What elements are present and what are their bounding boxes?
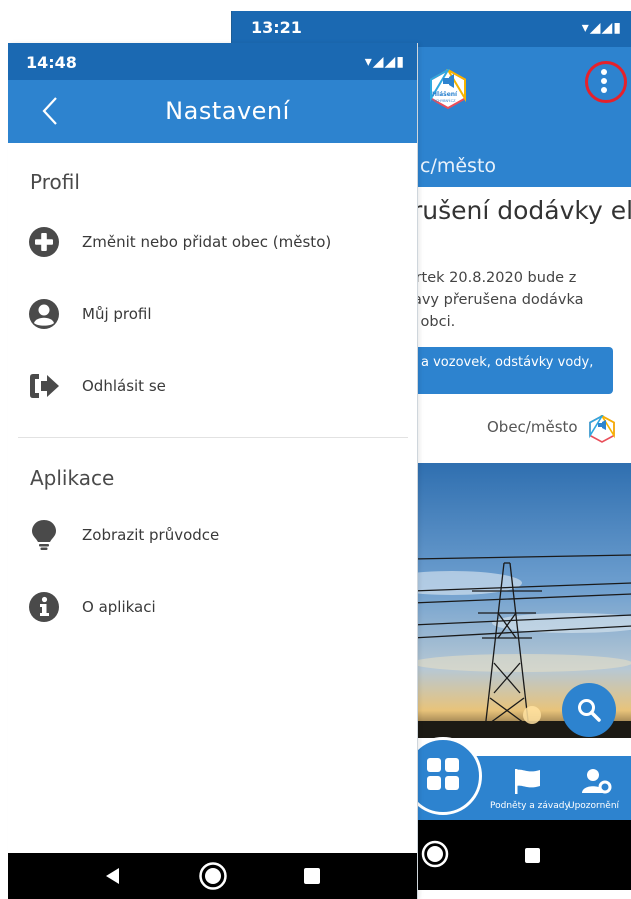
section-header-profile: Profil (30, 170, 80, 194)
lightbulb-icon (32, 520, 56, 550)
logout-icon (30, 374, 59, 398)
menu-item-label: Zobrazit průvodce (82, 526, 220, 544)
source-logo-icon (589, 415, 615, 443)
article-line: vrtek 20.8.2020 bude z (407, 270, 577, 286)
status-icons: ▾◢◢▮ (581, 20, 622, 36)
system-navigation-bar (8, 853, 417, 899)
more-vertical-icon[interactable] (594, 67, 614, 95)
settings-screen: 14:48 ▾◢◢▮ Nastavení Profil Změnit nebo … (8, 43, 417, 899)
system-navigation-bar (412, 820, 631, 890)
article-line: é obci. (407, 314, 456, 330)
menu-item-label: Změnit nebo přidat obec (město) (82, 233, 332, 251)
article-body: vrtek 20.8.2020 bude z ravy přerušena do… (407, 267, 627, 333)
source-label: Obec/město (487, 418, 578, 436)
status-time: 13:21 (251, 18, 302, 37)
back-arrow-icon[interactable] (34, 92, 70, 130)
nav-item-alerts[interactable]: Upozornění (562, 756, 631, 820)
nav-item-reports[interactable]: Podněty a závady (490, 756, 570, 820)
info-banner[interactable]: a vozovek, odstávky vody, (413, 347, 613, 394)
app-bar: Nastavení (8, 80, 417, 143)
user-settings-icon (582, 769, 612, 794)
status-icons: ▾◢◢▮ (364, 54, 405, 70)
menu-item-about-app[interactable]: O aplikaci (8, 579, 417, 635)
grid-icon (427, 758, 459, 790)
section-divider (18, 437, 408, 438)
status-bar: 13:21 ▾◢◢▮ (232, 11, 631, 47)
flag-icon (515, 769, 540, 794)
recents-system-icon[interactable] (304, 868, 320, 884)
article-headline: rušení dodávky el. (412, 196, 631, 225)
app-logo-icon (430, 69, 466, 109)
menu-item-label: Odhlásit se (82, 377, 166, 395)
nav-label: Upozornění (568, 801, 620, 811)
nav-label: Podněty a závady (490, 801, 570, 811)
section-header-app: Aplikace (30, 466, 115, 490)
appbar-title: c/město (420, 155, 497, 177)
status-bar: 14:48 ▾◢◢▮ (8, 43, 417, 80)
status-time: 14:48 (26, 53, 77, 72)
home-system-icon[interactable] (198, 861, 228, 891)
back-system-icon[interactable] (105, 867, 121, 885)
article-line: ravy přerušena dodávka (407, 292, 584, 308)
info-icon (29, 592, 59, 622)
menu-item-change-city[interactable]: Změnit nebo přidat obec (město) (8, 214, 417, 270)
recents-system-icon[interactable] (525, 848, 540, 863)
menu-item-show-guide[interactable]: Zobrazit průvodce (8, 507, 417, 563)
menu-item-my-profile[interactable]: Můj profil (8, 286, 417, 342)
menu-item-label: O aplikaci (82, 598, 156, 616)
logo-text-bottom: POCHYBNÝ.CZ (431, 99, 456, 103)
plus-circle-icon (29, 227, 59, 257)
search-fab-button[interactable] (562, 683, 616, 737)
user-circle-icon (29, 299, 59, 329)
menu-item-logout[interactable]: Odhlásit se (8, 358, 417, 414)
logo-text-top: Hlášení (432, 91, 458, 98)
menu-item-label: Můj profil (82, 305, 152, 323)
search-icon (578, 699, 601, 722)
home-system-icon[interactable] (420, 839, 450, 869)
